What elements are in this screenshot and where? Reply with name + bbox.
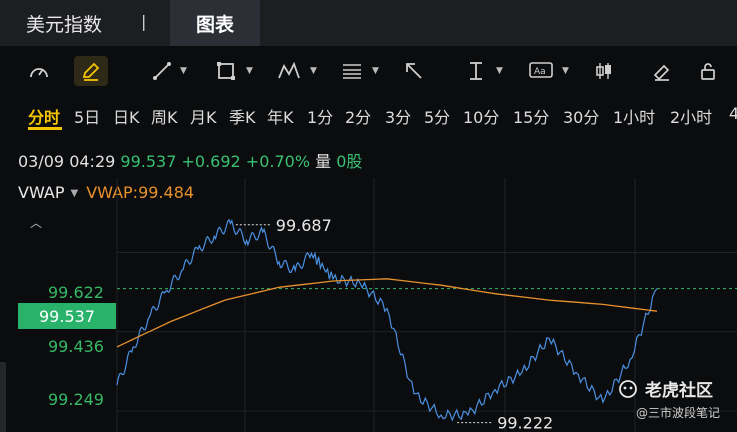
y-tick-label: 99.622 [48, 283, 104, 302]
extreme-price-label: 99.222 [497, 414, 553, 432]
extreme-price-label: 99.687 [276, 216, 332, 235]
left-edge-strip [0, 362, 6, 432]
tiger-logo-icon [619, 380, 637, 398]
price-series-line [116, 218, 658, 422]
community-watermark: 老虎社区 [617, 376, 713, 401]
author-credit: @三市波段笔记 [636, 406, 721, 420]
watermark-text: 老虎社区 [645, 381, 713, 401]
last-price-tag: 99.537 [18, 303, 116, 329]
y-tick-label: 99.436 [48, 337, 104, 356]
price-chart[interactable]: 99.687 99.222 [0, 0, 737, 432]
y-tick-label: 99.249 [48, 390, 104, 409]
